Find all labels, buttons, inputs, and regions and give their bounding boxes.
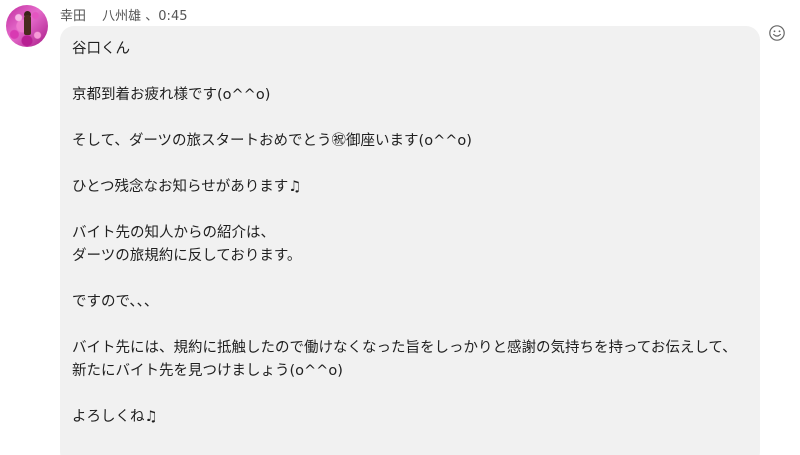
message-header: 幸田 八州雄 、0:45	[60, 5, 187, 24]
avatar-person-body	[24, 15, 31, 35]
sender-name[interactable]: 幸田	[60, 9, 86, 24]
sender-detail-timestamp: 八州雄 、0:45	[102, 9, 188, 24]
message-line: ダーツの旅規約に反しております。	[72, 248, 302, 264]
message-line: そして、ダーツの旅スタートおめでとう㊗御座います(o^^o)	[72, 133, 472, 149]
chat-message-view: 幸田 八州雄 、0:45 谷口くん 京都到着お疲れ様です(o^^o) そして、ダ…	[0, 0, 800, 455]
smiley-face-icon[interactable]	[768, 24, 786, 42]
avatar[interactable]	[6, 5, 48, 47]
message-line: 谷口くん	[72, 41, 130, 57]
message-line: よろしくね♫	[72, 409, 158, 425]
message-line: 京都到着お疲れ様です(o^^o)	[72, 87, 271, 103]
message-line: バイト先の知人からの紹介は、	[72, 225, 275, 241]
message-line: ですので、、、	[72, 294, 159, 310]
message-bubble: 谷口くん 京都到着お疲れ様です(o^^o) そして、ダーツの旅スタートおめでとう…	[60, 26, 760, 455]
message-line: 新たにバイト先を見つけましょう(o^^o)	[72, 363, 343, 379]
message-line: ひとつ残念なお知らせがあります♫	[72, 179, 302, 195]
message-line: バイト先には、規約に抵触したので働けなくなった旨をしっかりと感謝の気持ちを持って…	[72, 340, 737, 356]
